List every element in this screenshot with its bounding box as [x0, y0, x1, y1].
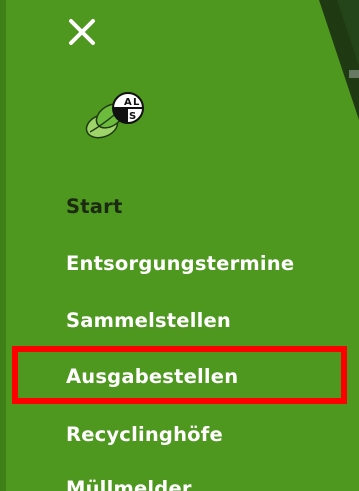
als-logo: A L S: [85, 92, 144, 139]
close-button[interactable]: [64, 14, 100, 50]
close-icon: [69, 19, 95, 45]
svg-text:S: S: [129, 111, 136, 122]
menu-item-entsorgungstermine[interactable]: Entsorgungstermine: [66, 252, 294, 275]
menu-item-recyclinghoefe[interactable]: Recyclinghöfe: [66, 423, 223, 446]
menu-item-start[interactable]: Start: [66, 195, 122, 218]
drawer-edge: [0, 0, 6, 491]
menu-item-sammelstellen[interactable]: Sammelstellen: [66, 309, 231, 332]
svg-text:A: A: [124, 97, 132, 108]
highlight-box: [12, 346, 347, 404]
background-page-corner: [319, 0, 359, 120]
navigation-drawer: A L S Start Entsorgungstermine Sammelste…: [0, 0, 359, 491]
menu-item-muellmelder[interactable]: Müllmelder: [66, 477, 192, 491]
svg-text:L: L: [133, 97, 140, 108]
